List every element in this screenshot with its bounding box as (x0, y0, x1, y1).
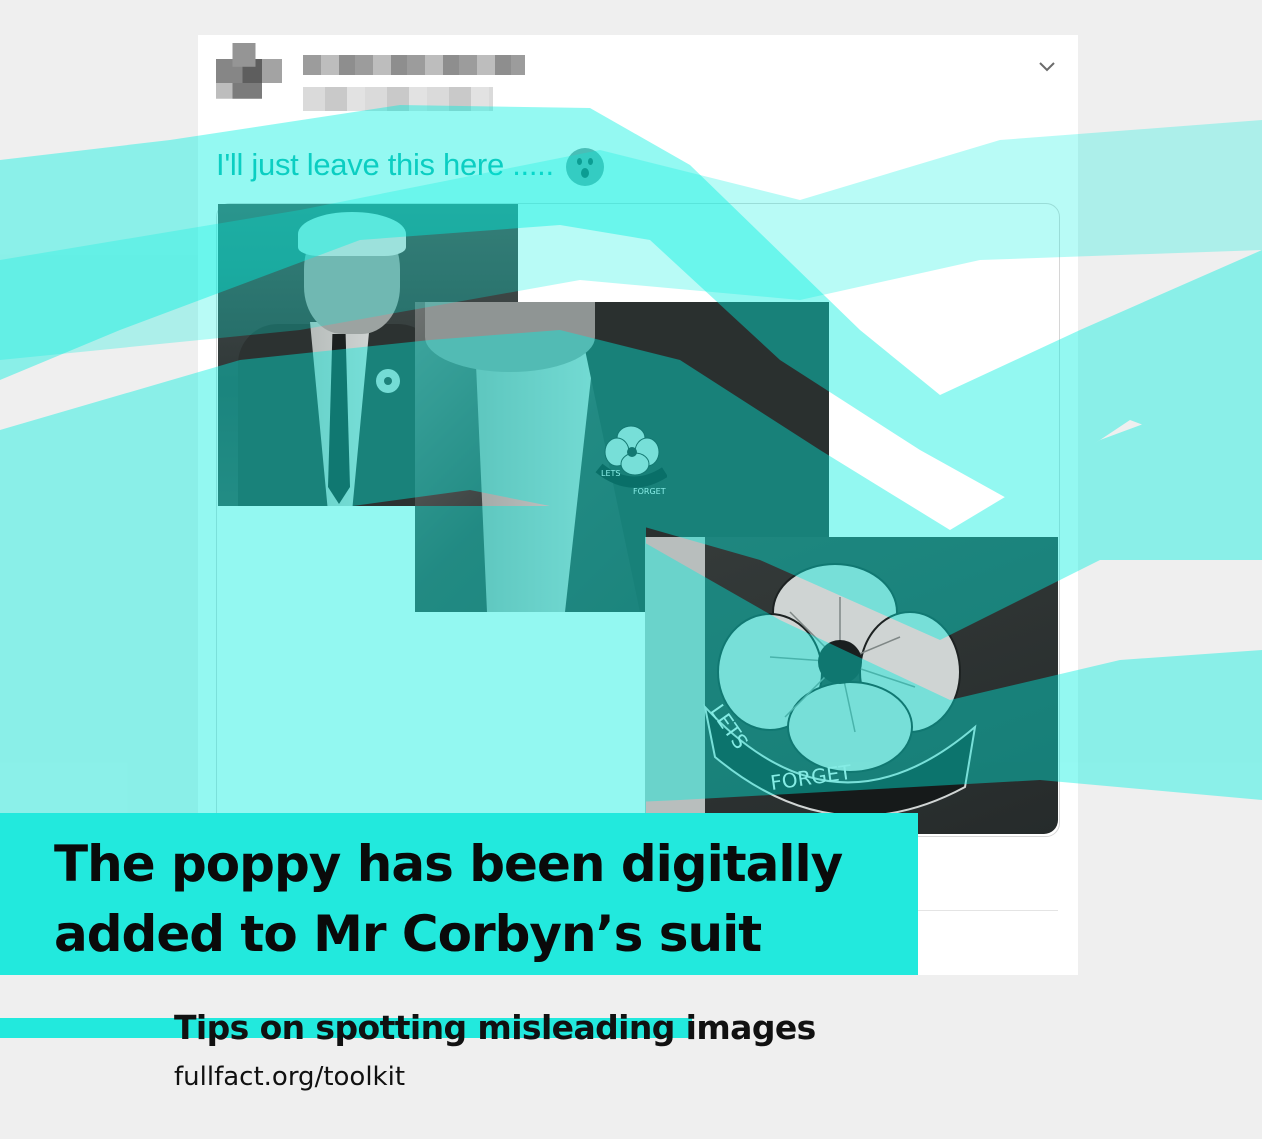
toolkit-link[interactable]: fullfact.org/toolkit (174, 1062, 405, 1092)
blurred-display-name (303, 55, 525, 75)
poppy-pin-small-text: LETS FORGET (601, 469, 666, 496)
headline-banner: The poppy has been digitally added to Mr… (0, 813, 918, 975)
tweet-text: I'll just leave this here ..... (216, 147, 605, 186)
astonished-face-icon (566, 147, 605, 186)
headline-text: The poppy has been digitally added to Mr… (54, 829, 843, 969)
svg-text:FORGET: FORGET (769, 760, 854, 795)
svg-text:LETS: LETS (601, 469, 620, 478)
poppy-icon (376, 369, 400, 393)
photo-poppy-closeup[interactable]: LETS FORGET (645, 537, 1058, 834)
headline-line-2: added to Mr Corbyn’s suit (54, 905, 762, 963)
shirt (475, 342, 595, 612)
blurred-handle (303, 87, 493, 111)
hair (298, 212, 406, 256)
svg-text:LETS: LETS (705, 700, 753, 754)
chevron-down-icon[interactable] (1036, 55, 1058, 77)
tips-title: Tips on spotting misleading images (174, 1008, 816, 1047)
beard (425, 302, 595, 372)
svg-text:FORGET: FORGET (633, 487, 666, 496)
tweet-text-content: I'll just leave this here ..... (216, 147, 554, 182)
poppy-pin-large-text: LETS FORGET (705, 700, 854, 795)
blurred-avatar (216, 43, 282, 115)
headline-line-1: The poppy has been digitally (54, 835, 843, 893)
